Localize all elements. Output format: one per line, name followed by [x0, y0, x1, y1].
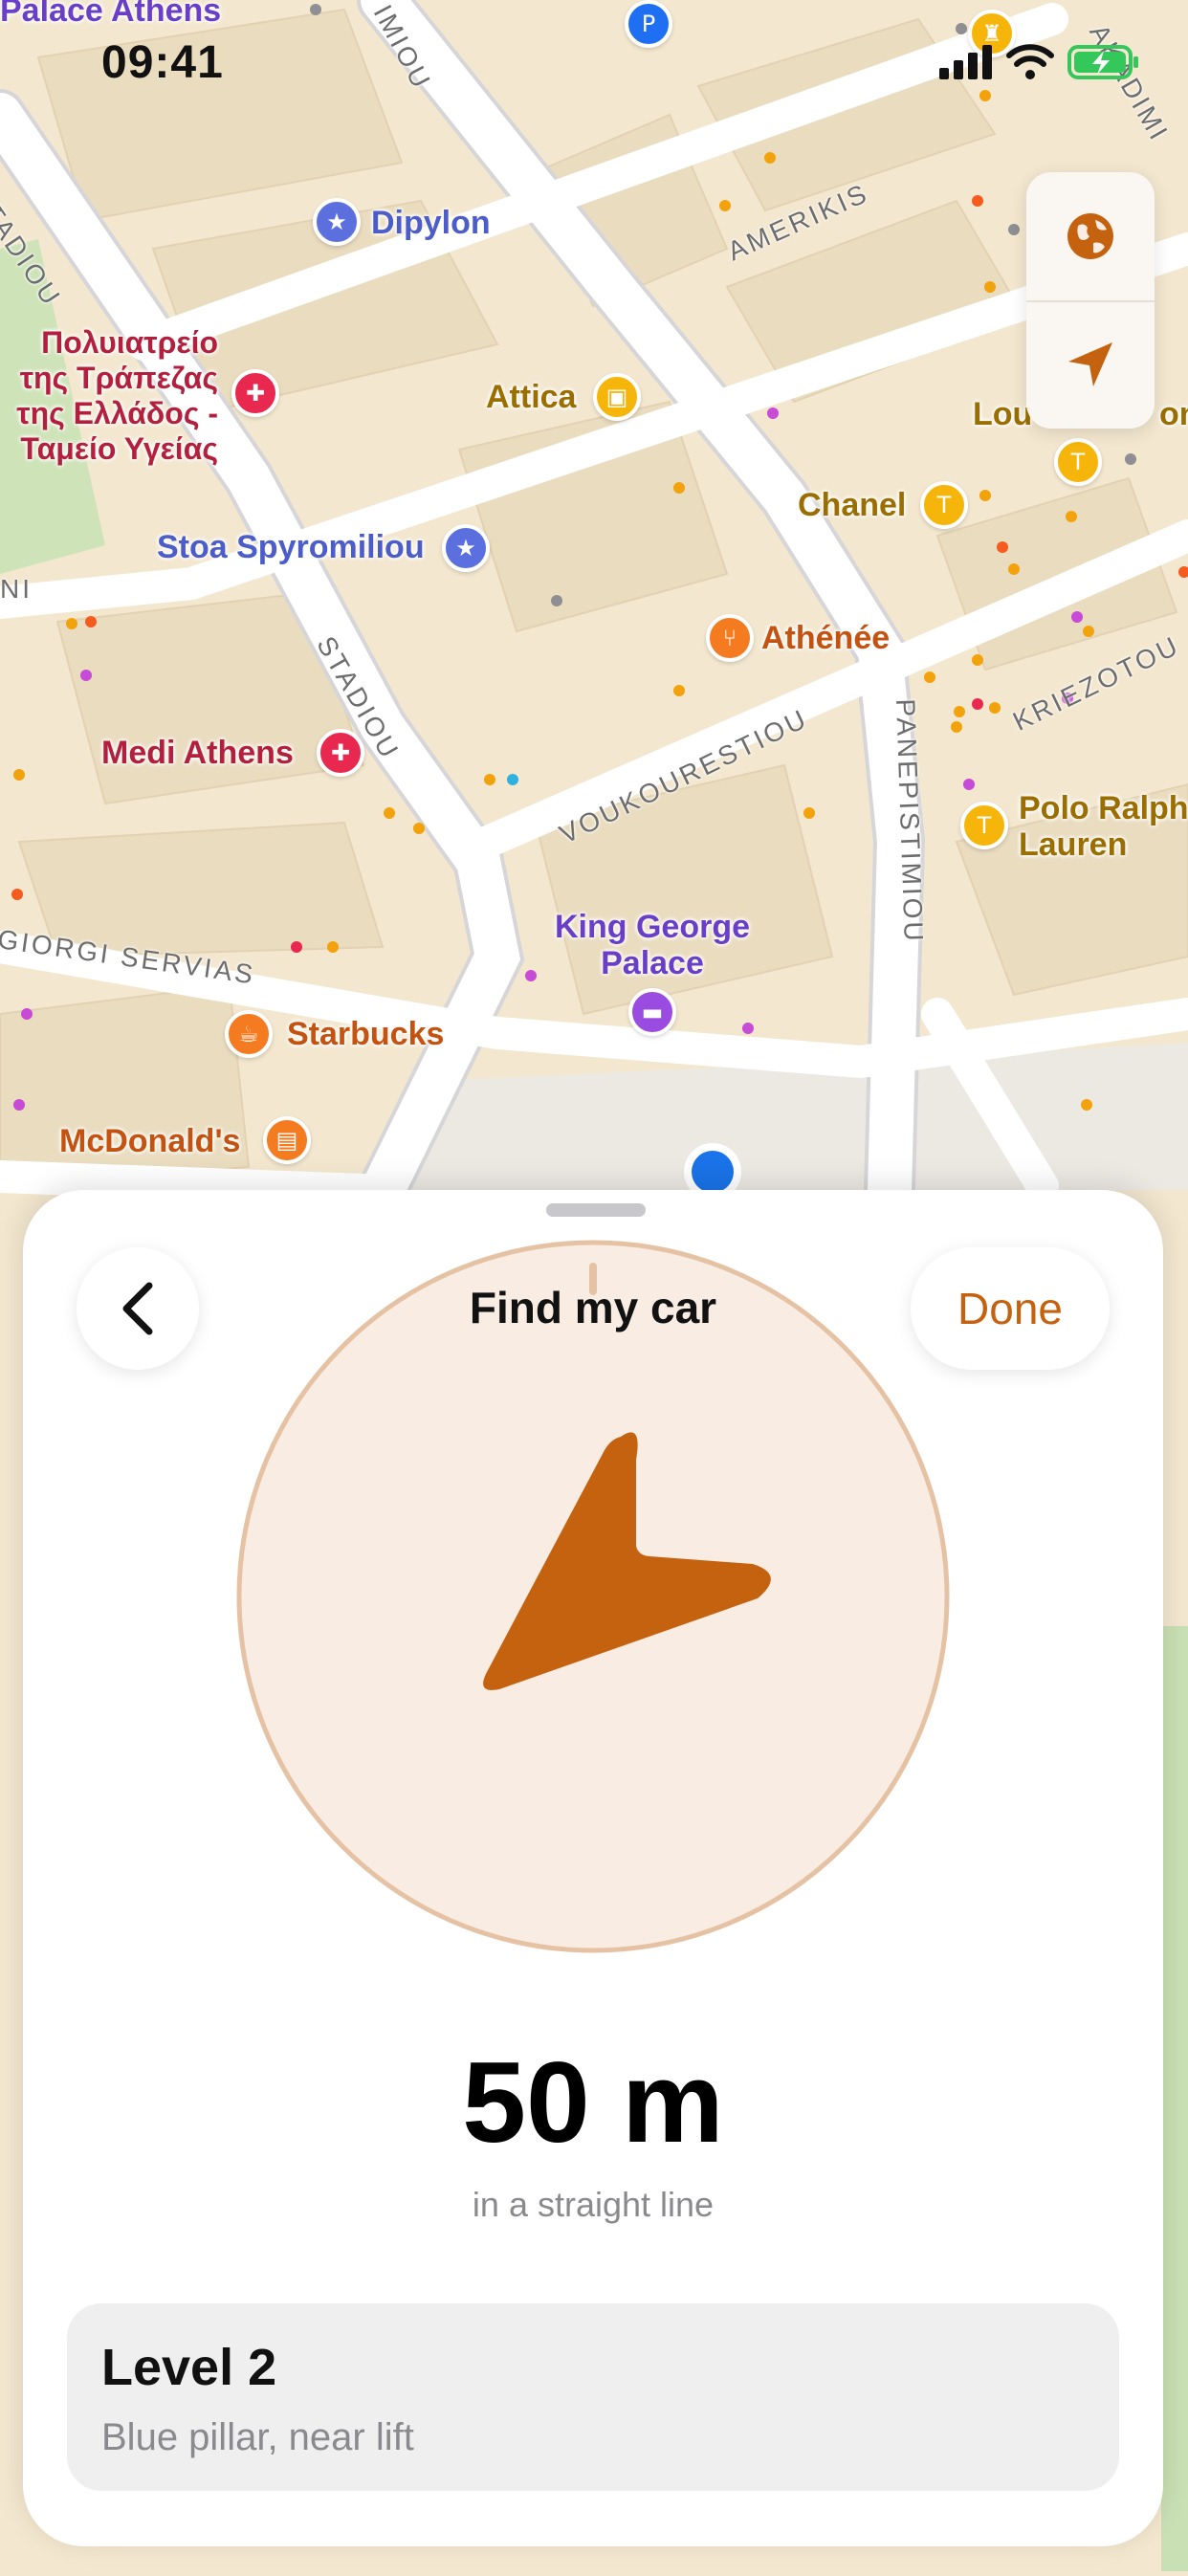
place-label-louis-tail[interactable]: on: [1159, 396, 1188, 433]
landmark-pin-icon[interactable]: ★: [313, 198, 361, 246]
hospital-line-4: Ταμείο Υγείας: [20, 431, 218, 466]
map-controls: [1026, 172, 1155, 429]
shopping-pin-icon[interactable]: ▣: [593, 373, 641, 421]
location-arrow-icon: [1068, 342, 1112, 386]
parking-level-note: Blue pillar, near lift: [101, 2416, 414, 2458]
place-label-starbucks[interactable]: Starbucks: [287, 1016, 444, 1053]
hotel-pin-icon[interactable]: ▬: [628, 988, 676, 1036]
globe-icon: [1067, 213, 1113, 259]
polo-line-1: Polo Ralph: [1019, 790, 1188, 826]
clothing-pin-icon[interactable]: T: [960, 802, 1008, 849]
status-time: 09:41: [101, 37, 224, 88]
distance-value: 50 m: [462, 2038, 724, 2167]
clothing-pin-icon[interactable]: T: [1054, 438, 1102, 486]
hospital-line-2: της Τράπεζας: [19, 361, 218, 395]
hospital-pin-icon[interactable]: ✚: [317, 729, 364, 777]
clothing-pin-icon[interactable]: T: [920, 481, 968, 529]
place-label-dipylon[interactable]: Dipylon: [371, 205, 491, 242]
distance-caption: in a straight line: [472, 2185, 715, 2224]
place-label-attica[interactable]: Attica: [486, 379, 576, 416]
wifi-icon: [1006, 44, 1054, 79]
find-car-sheet: Find my car Done 50 m in a straight line…: [23, 1190, 1163, 2546]
hospital-line-3: της Ελλάδος -: [16, 396, 218, 430]
parking-pin-icon[interactable]: P: [625, 0, 672, 48]
restaurant-pin-icon[interactable]: ⑂: [706, 614, 754, 662]
battery-charging-icon: [1067, 45, 1138, 79]
place-label-mcdonalds[interactable]: McDonald's: [59, 1123, 240, 1160]
hospital-pin-icon[interactable]: ✚: [231, 369, 279, 417]
status-icons: [939, 43, 1140, 81]
cafe-pin-icon[interactable]: ☕: [225, 1010, 273, 1058]
polo-line-2: Lauren: [1019, 826, 1128, 863]
place-label-palace-athens[interactable]: Palace Athens: [0, 0, 221, 30]
done-button[interactable]: Done: [911, 1247, 1110, 1370]
place-label-king-george[interactable]: King George Palace: [536, 909, 769, 981]
place-label-polo[interactable]: Polo Ralph Lauren: [1019, 790, 1188, 863]
place-label-louis[interactable]: Lou: [973, 396, 1032, 433]
place-label-hospital[interactable]: Πολυιατρείο της Τράπεζας της Ελλάδος - Τ…: [0, 325, 218, 467]
place-label-medi-athens[interactable]: Medi Athens: [101, 735, 294, 772]
place-label-chanel[interactable]: Chanel: [798, 487, 906, 524]
map-mode-button[interactable]: [1026, 172, 1155, 300]
cellular-signal-icon: [939, 45, 992, 79]
parking-level-title: Level 2: [101, 2339, 277, 2396]
king-george-line-1: King George: [554, 909, 751, 945]
current-location-button[interactable]: [1026, 300, 1155, 429]
direction-compass: [236, 1240, 950, 1953]
fastfood-pin-icon[interactable]: ▤: [263, 1116, 311, 1164]
sheet-grabber[interactable]: [546, 1203, 646, 1217]
street-label-ni: NI: [0, 574, 33, 604]
king-george-line-2: Palace: [601, 945, 704, 981]
place-label-stoa-spyromiliou[interactable]: Stoa Spyromiliou: [157, 529, 425, 566]
landmark-pin-icon[interactable]: ★: [442, 524, 490, 572]
place-label-athenee[interactable]: Athénée: [761, 620, 890, 657]
hospital-line-1: Πολυιατρείο: [41, 325, 218, 360]
parking-level-card[interactable]: Level 2 Blue pillar, near lift: [67, 2303, 1119, 2491]
